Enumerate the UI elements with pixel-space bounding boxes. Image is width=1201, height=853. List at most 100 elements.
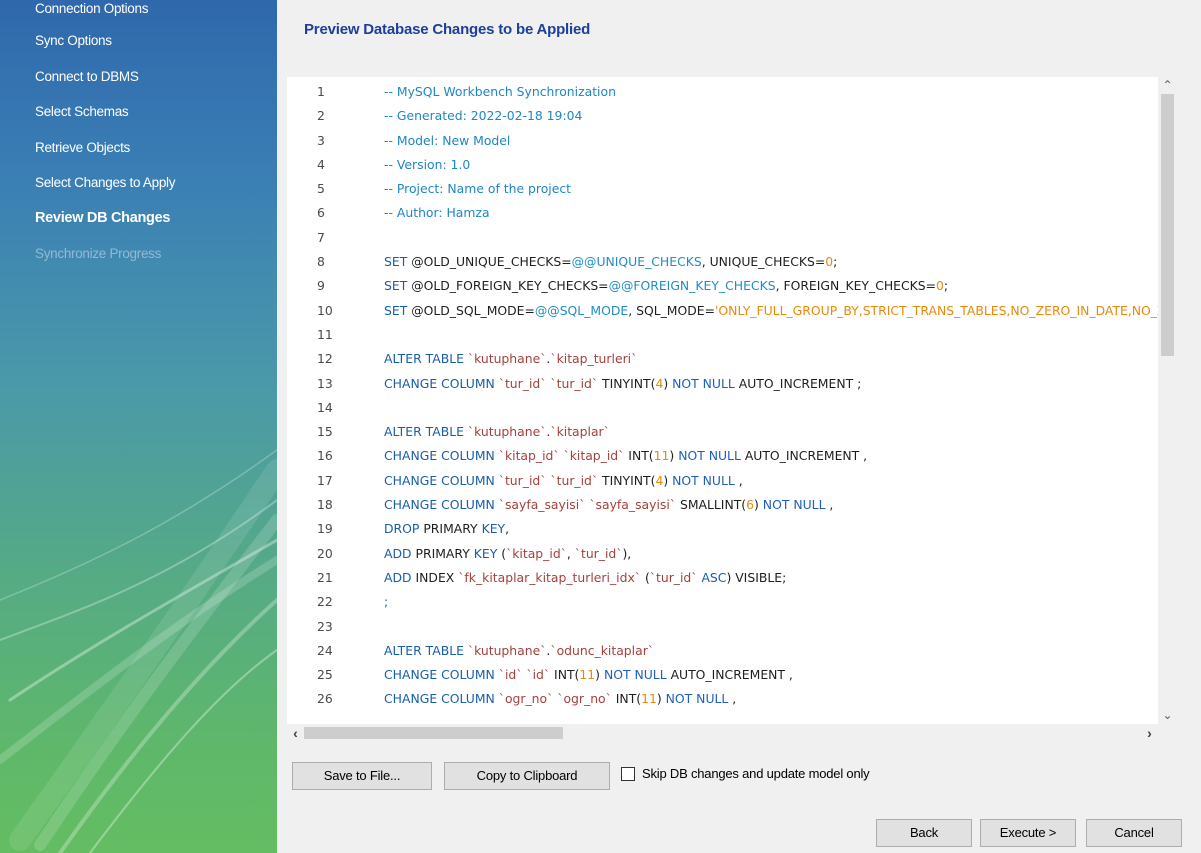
horizontal-scrollbar[interactable]: ‹ ›	[287, 724, 1158, 742]
chevron-up-icon[interactable]: ⌃	[1158, 77, 1177, 94]
line-number: 5	[317, 181, 325, 197]
line-number: 8	[317, 254, 325, 270]
code-token: )	[663, 472, 673, 488]
code-line: 6 -- Author: Hamza	[287, 201, 1158, 225]
line-number: 23	[317, 618, 333, 634]
line-number: 21	[317, 569, 333, 585]
chevron-right-icon[interactable]: ›	[1141, 724, 1158, 742]
code-token: `kutuphane`	[467, 642, 547, 658]
code-token: ;	[384, 594, 389, 610]
code-token: -- Author: Hamza	[384, 205, 490, 221]
code-token: `tur_id`	[574, 545, 623, 561]
chevron-left-icon[interactable]: ‹	[287, 724, 304, 742]
step-select-schemas: Select Schemas	[35, 104, 129, 119]
line-number: 20	[317, 545, 333, 561]
execute-button[interactable]: Execute >	[980, 819, 1076, 847]
code-text: ALTER TABLE `kutuphane`.`kitap_turleri`	[384, 347, 637, 371]
line-number: 3	[317, 132, 325, 148]
wizard-steps: Connection Options Sync Options Connect …	[0, 0, 277, 272]
code-token: `sayfa_sayisi`	[498, 497, 586, 513]
code-token: `tur_id`	[550, 472, 599, 488]
vertical-scroll-thumb[interactable]	[1161, 94, 1174, 356]
code-line: 4 -- Version: 1.0	[287, 153, 1158, 177]
save-to-file-button[interactable]: Save to File...	[292, 762, 432, 790]
step-review-db-changes: Review DB Changes	[35, 209, 171, 226]
code-line: 15 ALTER TABLE `kutuphane`.`kitaplar`	[287, 420, 1158, 444]
code-token: AUTO_INCREMENT ,	[666, 667, 793, 683]
code-token: `kitaplar`	[550, 424, 610, 440]
code-line: 5 -- Project: Name of the project	[287, 177, 1158, 201]
code-line: 25 CHANGE COLUMN `id` `id` INT(11) NOT NU…	[287, 663, 1158, 687]
code-token: DROP	[384, 521, 424, 537]
code-text: ADD INDEX `fk_kitaplar_kitap_turleri_idx…	[384, 566, 786, 590]
code-token: ,	[566, 545, 575, 561]
code-token: 11	[641, 691, 657, 707]
step-sync-options: Sync Options	[35, 33, 112, 48]
code-token: SMALLINT(	[676, 497, 747, 513]
code-token: ),	[622, 545, 632, 561]
code-token: INT(	[611, 691, 642, 707]
line-number: 12	[317, 351, 333, 367]
code-token: `odunc_kitaplar`	[550, 642, 654, 658]
code-token: NOT NULL	[678, 448, 741, 464]
code-token: , UNIQUE_CHECKS=	[701, 254, 826, 270]
code-token: @@UNIQUE_CHECKS	[571, 254, 702, 270]
code-token: PRIMARY	[423, 521, 482, 537]
code-token: ,	[825, 497, 834, 513]
skip-db-changes-checkbox[interactable]	[621, 767, 635, 781]
vertical-scrollbar[interactable]: ⌃ ⌄	[1158, 77, 1177, 724]
line-number: 6	[317, 205, 325, 221]
horizontal-scroll-thumb[interactable]	[304, 727, 563, 739]
cancel-button[interactable]: Cancel	[1086, 819, 1182, 847]
code-token: PRIMARY	[415, 545, 474, 561]
code-text: -- Author: Hamza	[384, 201, 490, 225]
line-number: 24	[317, 642, 333, 658]
line-number: 11	[317, 326, 333, 342]
code-token: 0	[936, 278, 944, 294]
code-token: )	[595, 667, 604, 683]
code-token: AUTO_INCREMENT ,	[740, 448, 868, 464]
code-line: 16 CHANGE COLUMN `kitap_id` `kitap_id` IN…	[287, 444, 1158, 468]
line-number: 9	[317, 278, 325, 294]
code-token: `ogr_no`	[557, 691, 612, 707]
code-token: CHANGE COLUMN	[384, 448, 499, 464]
code-line: 12 ALTER TABLE `kutuphane`.`kitap_turleri…	[287, 347, 1158, 371]
code-token: 'ONLY_FULL_GROUP_BY,STRICT_TRANS_TABLES,…	[715, 302, 1158, 318]
code-token: SET	[384, 302, 412, 318]
code-text: CHANGE COLUMN `ogr_no` `ogr_no` INT(11) …	[384, 687, 736, 711]
line-number: 22	[317, 594, 333, 610]
code-area[interactable]: 1 -- MySQL Workbench Synchronization 2 -- G…	[287, 80, 1158, 724]
chevron-down-icon[interactable]: ⌄	[1158, 707, 1177, 724]
back-button[interactable]: Back	[876, 819, 972, 847]
code-line: 1 -- MySQL Workbench Synchronization	[287, 80, 1158, 104]
page-title: Preview Database Changes to be Applied	[304, 21, 591, 38]
line-number: 7	[317, 229, 325, 245]
copy-to-clipboard-button[interactable]: Copy to Clipboard	[444, 762, 610, 790]
code-text: ;	[384, 590, 388, 614]
code-token: ,	[734, 472, 743, 488]
code-token: ALTER TABLE	[384, 642, 468, 658]
code-token: (	[641, 569, 650, 585]
code-token: CHANGE COLUMN	[384, 375, 499, 391]
code-token: -- Version: 1.0	[384, 156, 471, 172]
code-token: @OLD_FOREIGN_KEY_CHECKS=	[411, 278, 609, 294]
code-text: SET @OLD_FOREIGN_KEY_CHECKS=@@FOREIGN_KE…	[384, 274, 948, 298]
code-line: 11	[287, 323, 1158, 347]
line-number: 1	[317, 84, 325, 99]
code-token: @@SQL_MODE	[534, 302, 629, 318]
line-number: 25	[317, 667, 333, 683]
code-token: ;	[833, 254, 838, 270]
step-retrieve-objects: Retrieve Objects	[35, 139, 130, 155]
code-token: ALTER TABLE	[384, 424, 468, 440]
code-token: `kutuphane`	[467, 351, 547, 367]
scrollbar-corner	[1158, 724, 1177, 742]
code-token: INT(	[624, 448, 654, 464]
line-number: 26	[317, 691, 333, 707]
sql-preview-editor[interactable]: 1 -- MySQL Workbench Synchronization 2 -- G…	[287, 77, 1177, 742]
code-line: 19 DROP PRIMARY KEY,	[287, 517, 1158, 541]
line-number: 15	[317, 424, 333, 440]
code-token: `kitap_turleri`	[550, 351, 638, 367]
code-token: `fk_kitaplar_kitap_turleri_idx`	[458, 569, 641, 585]
code-text: -- MySQL Workbench Synchronization	[384, 80, 616, 104]
code-token: NOT NULL	[672, 375, 735, 391]
